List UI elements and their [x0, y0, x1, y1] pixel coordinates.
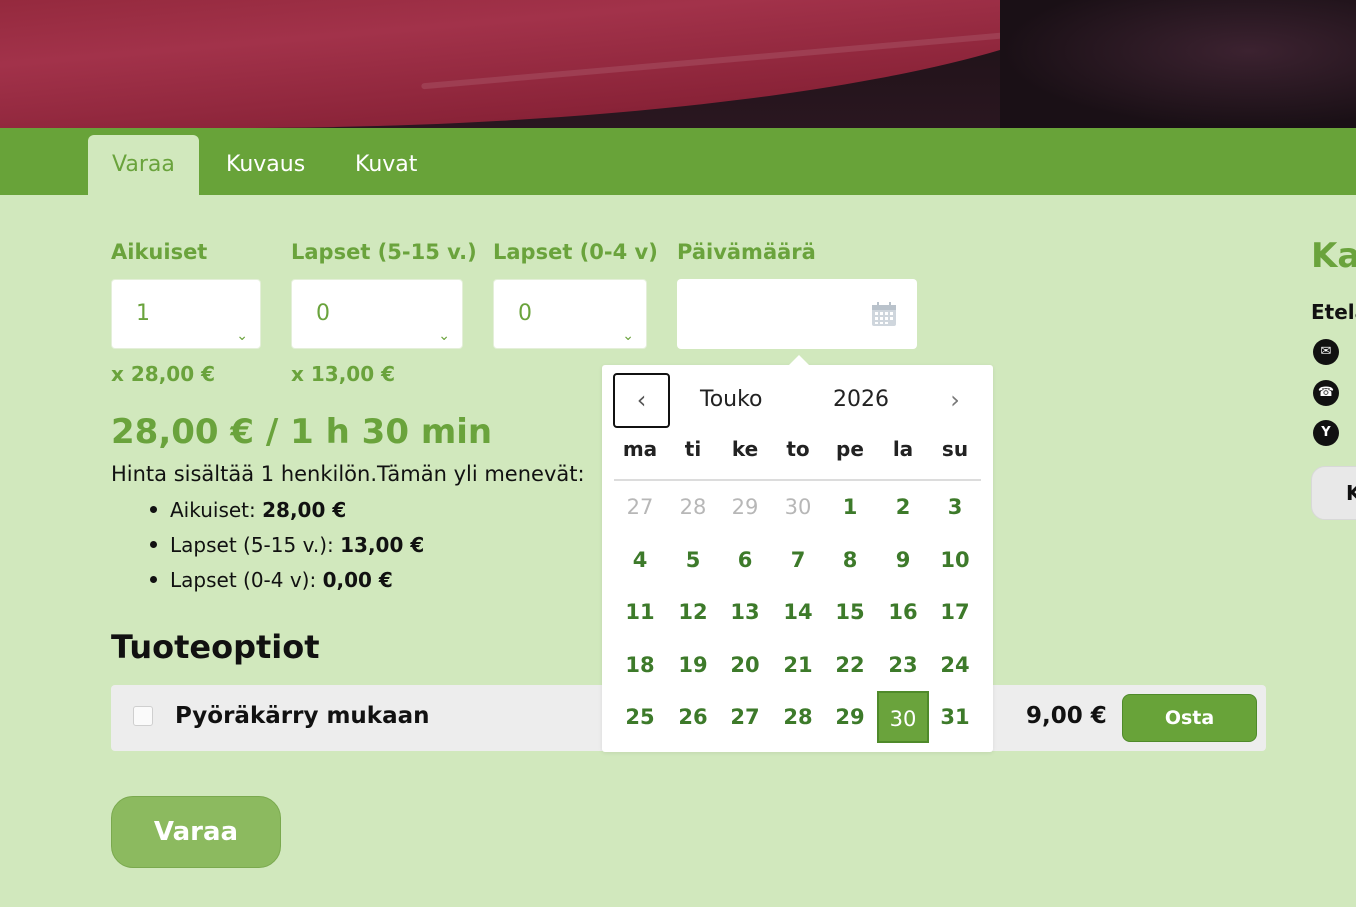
calendar-day[interactable]: 28	[772, 691, 824, 743]
calendar-day[interactable]: 26	[667, 691, 719, 743]
calendar-day[interactable]: 6	[719, 534, 771, 586]
children-label: Lapset (5-15 v.)	[291, 240, 477, 264]
option-price: 9,00 €	[1026, 703, 1107, 729]
weekday-ti: ti	[684, 437, 702, 461]
list-item: Aikuiset: 28,00 €	[150, 495, 424, 530]
adults-label: Aikuiset	[111, 240, 208, 264]
calendar-day[interactable]: 3	[929, 481, 981, 533]
date-picker: ‹ Touko 2026 › ma ti ke to pe la su 27 28 29 30 1 2 3…	[602, 355, 993, 752]
weekday-pe: pe	[836, 437, 864, 461]
adults-select[interactable]: 1 ⌄	[111, 279, 261, 349]
calendar-day[interactable]: 29	[824, 691, 876, 743]
calendar-icon	[872, 302, 896, 326]
calendar-day[interactable]: 12	[667, 586, 719, 638]
calendar-day[interactable]: 18	[614, 639, 666, 691]
list-item: Lapset (0-4 v): 0,00 €	[150, 565, 424, 600]
tab-varaa[interactable]: Varaa	[88, 135, 199, 195]
calendar-day[interactable]: 8	[824, 534, 876, 586]
calendar-day-prev-month[interactable]: 30	[772, 481, 824, 533]
calendar-day[interactable]: 24	[929, 639, 981, 691]
total-price-duration: 28,00 € / 1 h 30 min	[111, 412, 493, 452]
children-select-value: 0	[316, 301, 330, 326]
tab-kuvaus[interactable]: Kuvaus	[202, 135, 329, 195]
prev-month-button[interactable]: ‹	[613, 373, 670, 428]
weekday-ma: ma	[622, 437, 658, 461]
calendar-day[interactable]: 1	[824, 481, 876, 533]
tab-bar: Varaa Kuvaus Kuvat	[0, 128, 1356, 195]
weekday-la: la	[892, 437, 914, 461]
date-label: Päivämäärä	[677, 240, 816, 264]
price-list: Aikuiset: 28,00 € Lapset (5-15 v.): 13,0…	[150, 495, 424, 600]
dark-water	[1000, 0, 1356, 128]
price-note: Hinta sisältää 1 henkilön.Tämän yli mene…	[111, 462, 585, 486]
weekday-ke: ke	[731, 437, 759, 461]
calendar-day[interactable]: 31	[929, 691, 981, 743]
calendar-day[interactable]: 23	[877, 639, 929, 691]
children-select[interactable]: 0 ⌄	[291, 279, 463, 349]
book-button[interactable]: Varaa	[111, 796, 281, 868]
calendar-day[interactable]: 27	[719, 691, 771, 743]
children-unit-price: x 13,00 €	[291, 362, 396, 386]
adults-select-value: 1	[136, 301, 150, 326]
adults-unit-price: x 28,00 €	[111, 362, 216, 386]
calendar-day[interactable]: 13	[719, 586, 771, 638]
chevron-right-icon: ›	[950, 386, 960, 414]
calendar-day[interactable]: 5	[667, 534, 719, 586]
hero-image	[0, 0, 1356, 128]
option-label: Pyöräkärry mukaan	[175, 703, 430, 729]
calendar-day[interactable]: 15	[824, 586, 876, 638]
chevron-left-icon: ‹	[636, 386, 647, 414]
calendar-day[interactable]: 19	[667, 639, 719, 691]
calendar-day-prev-month[interactable]: 28	[667, 481, 719, 533]
chevron-down-icon: ⌄	[236, 328, 248, 344]
tab-kuvat[interactable]: Kuvat	[331, 135, 441, 195]
calendar-day-prev-month[interactable]: 27	[614, 481, 666, 533]
envelope-icon: ✉	[1313, 339, 1339, 365]
phone-icon: ☎	[1313, 380, 1339, 406]
boat-hull	[0, 0, 1140, 128]
calendar-day[interactable]: 9	[877, 534, 929, 586]
chevron-down-icon: ⌄	[622, 328, 634, 344]
calendar-day[interactable]: 16	[877, 586, 929, 638]
calendar-day[interactable]: 20	[719, 639, 771, 691]
calendar-day[interactable]: 30	[877, 691, 929, 743]
option-checkbox[interactable]	[133, 706, 153, 726]
calendar-day[interactable]: 11	[614, 586, 666, 638]
sidebar-title: Kau	[1311, 236, 1356, 276]
calendar-day[interactable]: 2	[877, 481, 929, 533]
calendar-day[interactable]: 22	[824, 639, 876, 691]
toddlers-label: Lapset (0-4 v)	[493, 240, 658, 264]
sidebar-subtitle: Etelä	[1311, 300, 1356, 324]
toddlers-select-value: 0	[518, 301, 532, 326]
chevron-down-icon: ⌄	[438, 328, 450, 344]
calendar-day[interactable]: 21	[772, 639, 824, 691]
weekday-to: to	[786, 437, 810, 461]
options-heading: Tuoteoptiot	[111, 628, 320, 666]
calendar-day[interactable]: 4	[614, 534, 666, 586]
buy-button[interactable]: Osta	[1122, 694, 1257, 742]
weekday-su: su	[941, 437, 969, 461]
picker-year[interactable]: 2026	[833, 387, 889, 412]
y-icon: Y	[1313, 420, 1339, 446]
sidebar-button[interactable]: K	[1311, 466, 1356, 520]
calendar-day[interactable]: 14	[772, 586, 824, 638]
calendar-day[interactable]: 17	[929, 586, 981, 638]
calendar-day[interactable]: 7	[772, 534, 824, 586]
calendar-day[interactable]: 10	[929, 534, 981, 586]
list-item: Lapset (5-15 v.): 13,00 €	[150, 530, 424, 565]
picker-month[interactable]: Touko	[700, 387, 763, 412]
date-input[interactable]	[677, 279, 917, 349]
next-month-button[interactable]: ›	[940, 375, 970, 425]
toddlers-select[interactable]: 0 ⌄	[493, 279, 647, 349]
calendar-day-prev-month[interactable]: 29	[719, 481, 771, 533]
calendar-day[interactable]: 25	[614, 691, 666, 743]
